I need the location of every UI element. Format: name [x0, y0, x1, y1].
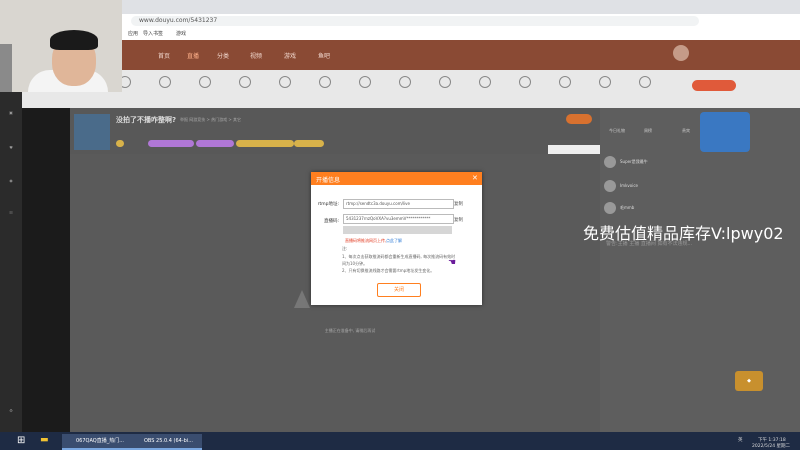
event-badge[interactable]: ◆: [735, 371, 763, 391]
file-explorer-icon[interactable]: ▬: [40, 435, 49, 445]
left-sidebar: [0, 70, 22, 432]
video-status: 主播正在准备中, 请稍后再试: [324, 328, 376, 333]
avatar: [604, 180, 616, 192]
category-item[interactable]: [425, 76, 465, 91]
room-tag[interactable]: [148, 140, 194, 147]
category-icon: [359, 76, 371, 88]
tab-gift-today[interactable]: 今日礼物: [609, 128, 625, 134]
key-label: 直播码:: [323, 219, 339, 224]
category-icon: [439, 76, 451, 88]
room-tag[interactable]: [236, 140, 294, 147]
room-tag[interactable]: [116, 140, 124, 147]
category-icon: [279, 76, 291, 88]
rank-row[interactable]: Imkvoice: [604, 179, 744, 193]
category-item[interactable]: [225, 76, 265, 91]
warning-text: 直播码将推流网页上传,: [345, 238, 387, 243]
category-icon: [599, 76, 611, 88]
category-item[interactable]: [145, 76, 185, 91]
webcam-background: [0, 44, 12, 92]
category-icon: [639, 76, 651, 88]
category-icon: [559, 76, 571, 88]
avatar: [604, 156, 616, 168]
note-line-1: 1、每次点击获取推流码都会重新生成直播码, 每次推流码有效时间为10分钟。: [342, 254, 456, 266]
category-icon: [159, 76, 171, 88]
nav-fishbar[interactable]: 鱼吧: [318, 51, 330, 60]
windows-start-icon[interactable]: ⊞: [17, 435, 25, 446]
category-icon: [199, 76, 211, 88]
taskbar-obs[interactable]: OBS 25.0.4 (64-bi...: [130, 434, 202, 450]
logo-icon: [294, 290, 310, 308]
note-line-2: 2、只有切换推流线路才会需要rtmp地址发生变化。: [342, 268, 435, 273]
bookmark-games[interactable]: 游戏: [176, 30, 186, 37]
category-item[interactable]: [465, 76, 505, 91]
key-hidden-bar: [343, 226, 452, 234]
category-item[interactable]: [345, 76, 385, 91]
sidebar-item[interactable]: ⚙: [2, 408, 20, 413]
nav-live[interactable]: 直播: [187, 51, 199, 60]
nav-home[interactable]: 首页: [158, 51, 170, 60]
room-tag[interactable]: [294, 140, 324, 147]
stream-key-field[interactable]: 5431237rnzQoVXA?vu3emmV************: [343, 214, 454, 224]
category-item[interactable]: [505, 76, 545, 91]
sidebar-item[interactable]: ▣: [2, 110, 20, 115]
webcam-person-hair: [50, 30, 98, 50]
dialog-title: 开播信息: [316, 177, 341, 184]
sidebar-item[interactable]: ♥: [2, 145, 20, 150]
sidebar-item[interactable]: ☷: [2, 210, 20, 215]
url-field[interactable]: www.douyu.com/5431237: [131, 16, 699, 26]
close-icon[interactable]: ✕: [472, 174, 478, 182]
bookmark-apps[interactable]: 应用: [128, 30, 138, 37]
category-item[interactable]: [265, 76, 305, 91]
learn-more-link[interactable]: 点此了解: [386, 238, 402, 244]
room-meta: 举报 网游竞技 > 热门游戏 > 其它: [180, 117, 242, 122]
follow-button[interactable]: [566, 114, 592, 124]
category-item[interactable]: [585, 76, 625, 91]
category-item[interactable]: [185, 76, 225, 91]
copy-key-button[interactable]: 复制: [454, 217, 463, 223]
rank-row[interactable]: Super是我最牛: [604, 155, 744, 169]
player-toolbar[interactable]: [548, 145, 600, 154]
taskbar-browser[interactable]: 067QAQ直播_热门...: [62, 434, 134, 450]
bookmark-import[interactable]: 导入书签: [143, 30, 163, 37]
ime-indicator[interactable]: 英: [738, 437, 743, 443]
category-item[interactable]: [625, 76, 665, 91]
room-title: 没拍了不播咋整啊?: [116, 116, 177, 124]
nav-game[interactable]: 游戏: [284, 51, 296, 60]
user-avatar[interactable]: [673, 45, 689, 61]
cursor-icon: ☚: [448, 258, 457, 268]
category-icon: [479, 76, 491, 88]
promo-banner[interactable]: [700, 112, 750, 152]
category-icon: [399, 76, 411, 88]
category-item[interactable]: [385, 76, 425, 91]
sidebar-item[interactable]: ◉: [2, 178, 20, 183]
clock-date[interactable]: 2022/5/24 星期二: [752, 443, 790, 449]
nav-category[interactable]: 分类: [217, 51, 229, 60]
avatar: [604, 202, 616, 214]
tab-week[interactable]: 周榜: [644, 128, 652, 134]
streamer-avatar: [74, 114, 110, 150]
category-icon: [239, 76, 251, 88]
category-icon: [519, 76, 531, 88]
rtmp-field[interactable]: rtmp://sendtc3a.douyu.com/live: [343, 199, 454, 209]
copy-rtmp-button[interactable]: 复制: [454, 201, 463, 207]
tab-vip[interactable]: 贵宾: [682, 128, 690, 134]
start-broadcast-button[interactable]: [692, 80, 736, 91]
watermark-text: 免费估值精品库存V:lpwy02: [583, 224, 784, 243]
note-title: 注:: [342, 246, 348, 251]
category-icon: [319, 76, 331, 88]
category-item[interactable]: [545, 76, 585, 91]
close-button[interactable]: 关闭: [377, 283, 421, 297]
rtmp-label: rtmp地址:: [317, 202, 339, 207]
rank-row[interactable]: 毛mmb: [604, 201, 744, 215]
nav-video[interactable]: 视频: [250, 51, 262, 60]
room-tag[interactable]: [196, 140, 234, 147]
category-item[interactable]: [305, 76, 345, 91]
